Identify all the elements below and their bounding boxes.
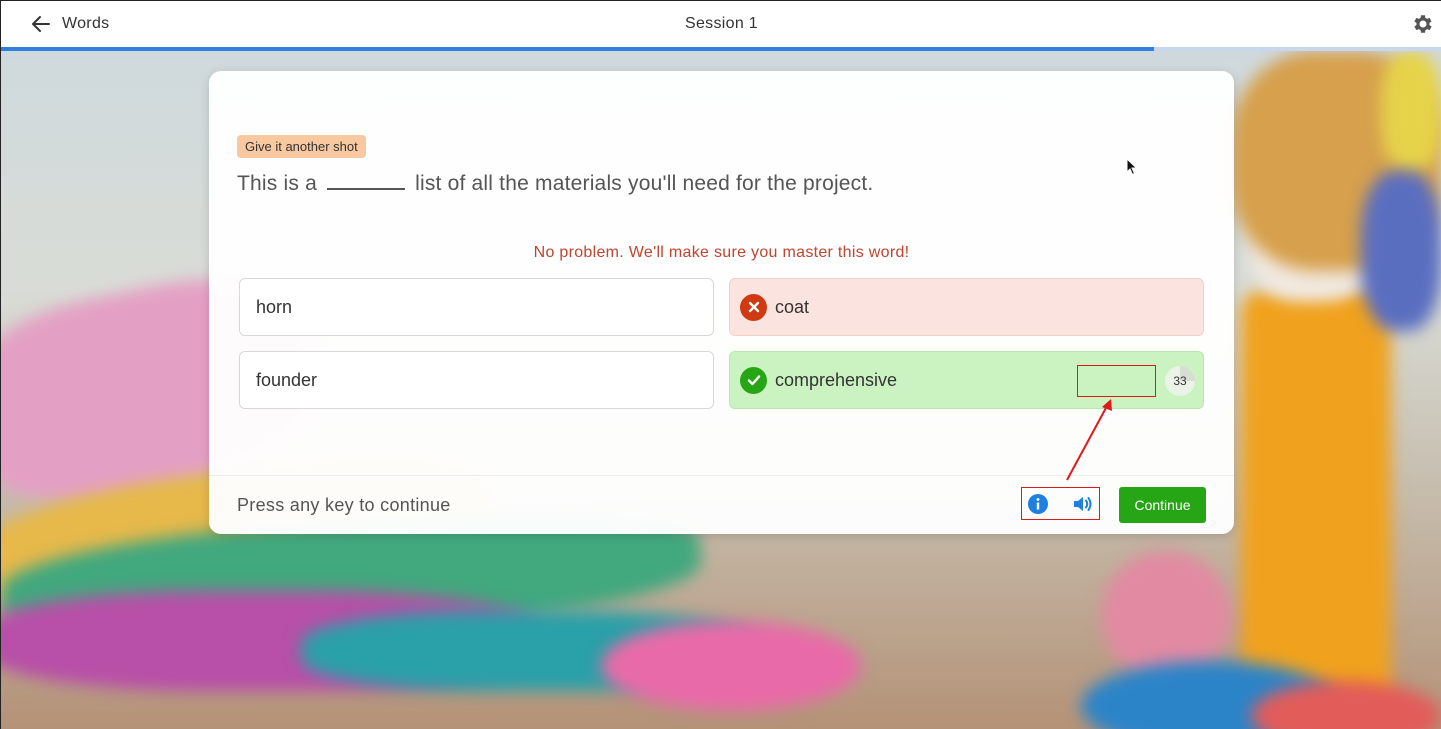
answer-option-label: coat: [775, 296, 810, 317]
answer-option-label: comprehensive: [775, 369, 898, 390]
info-button[interactable]: [1027, 493, 1049, 515]
answer-option-coat[interactable]: coat: [729, 278, 1204, 336]
answer-option-label: horn: [256, 296, 293, 317]
question-text-after: list of all the materials you'll need fo…: [415, 172, 874, 195]
feedback-message: No problem. We'll make sure you master t…: [533, 244, 910, 261]
speaker-icon: [1074, 497, 1092, 511]
mouse-cursor-icon: [1126, 158, 1138, 176]
checkmark-icon: [740, 366, 767, 394]
question-blank: [327, 174, 406, 190]
answer-option-founder[interactable]: founder: [239, 351, 714, 409]
question-card: Give it another shot This is a list of a…: [209, 71, 1234, 534]
close-x-icon: [740, 293, 767, 321]
answer-option-horn[interactable]: horn: [239, 278, 714, 336]
audio-button[interactable]: [1071, 493, 1093, 515]
question-text-before: This is a: [237, 172, 317, 195]
answer-option-label: founder: [256, 369, 318, 390]
session-title: Session 1: [685, 15, 758, 32]
retry-badge: Give it another shot: [237, 135, 366, 158]
footer-divider: [209, 475, 1234, 476]
question-sentence: This is a list of all the materials you'…: [237, 172, 873, 196]
continue-button[interactable]: Continue: [1119, 487, 1206, 523]
footer-hint: Press any key to continue: [237, 495, 451, 515]
annotation-highlight-box: [1077, 365, 1156, 397]
timer-count-value: 33: [1173, 374, 1187, 388]
settings-button[interactable]: [1410, 12, 1434, 36]
timer-counter: 33: [1165, 366, 1195, 396]
gear-icon: [1414, 15, 1432, 33]
top-bar: Words Session 1: [1, 1, 1441, 48]
info-icon: [1028, 494, 1048, 514]
answer-option-comprehensive[interactable]: comprehensive 33: [729, 351, 1204, 409]
